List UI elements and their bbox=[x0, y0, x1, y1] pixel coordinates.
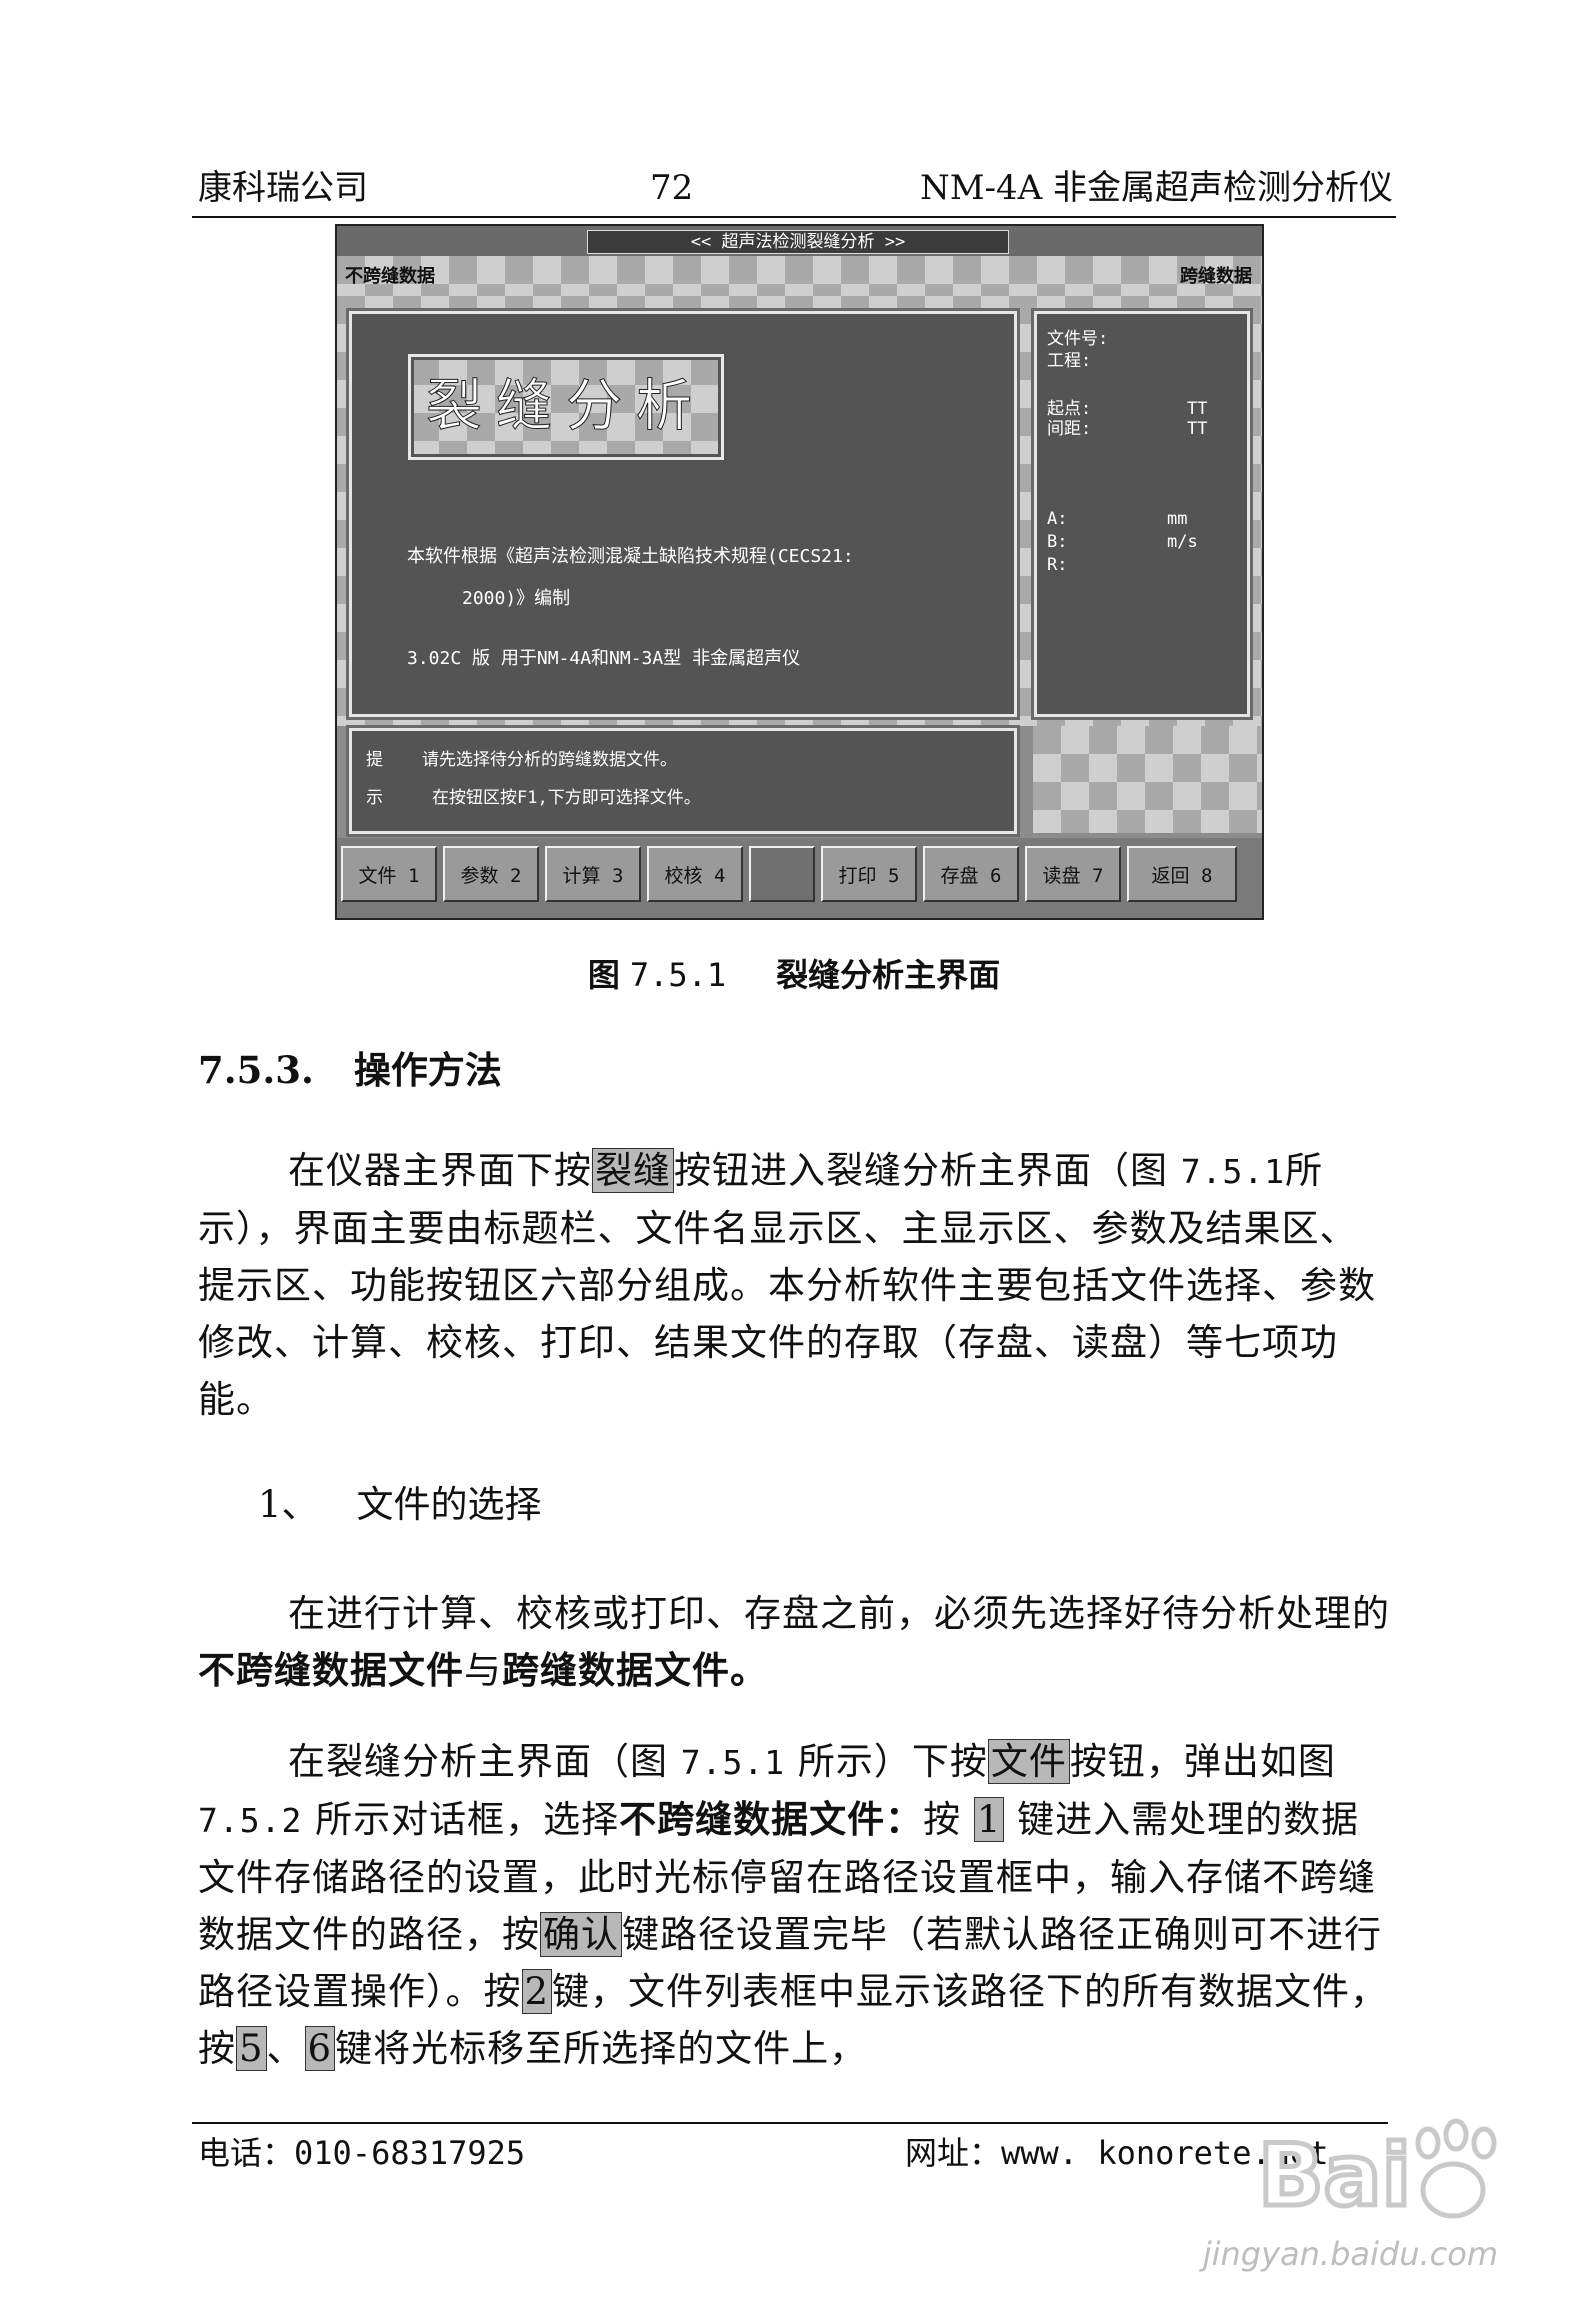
para1-figure-ref: 7.5.1 bbox=[1180, 1152, 1286, 1191]
para2-bold-a: 不跨缝数据文件 bbox=[198, 1648, 464, 1692]
para3-text-10: 键将光标移至所选择的文件上， bbox=[335, 2027, 868, 2070]
fkey-check[interactable]: 校核 4 bbox=[647, 846, 743, 902]
side-spacing-value: TT bbox=[1187, 419, 1208, 439]
footer-phone: 电话：010-68317925 bbox=[198, 2134, 526, 2172]
fkey-file[interactable]: 文件 1 bbox=[341, 846, 437, 902]
paragraph-prerequisite: 在进行计算、校核或打印、存盘之前，必须先选择好待分析处理的不跨缝数据文件与跨缝数… bbox=[198, 1585, 1393, 1699]
key-file: 文件 bbox=[987, 1739, 1070, 1784]
para2-bold-b: 跨缝数据文件。 bbox=[502, 1648, 768, 1692]
figure-version-line: 3.02C 版 用于NM-4A和NM-3A型 非金属超声仪 bbox=[407, 648, 801, 669]
fkey-params[interactable]: 参数 2 bbox=[443, 846, 539, 902]
figure-result-panel: 文件号: 工程: 起点: TT 间距: TT A: mm B: m/s R: bbox=[1034, 311, 1250, 717]
figure-hint-decoration bbox=[1033, 726, 1262, 833]
side-start-value: TT bbox=[1187, 399, 1208, 419]
figure-title: << 超声法检测裂缝分析 >> bbox=[587, 230, 1009, 254]
para3-text-9: 、 bbox=[266, 2027, 305, 2070]
figure-compile-line-1: 本软件根据《超声法检测混凝土缺陷技术规程(CECS21: bbox=[407, 546, 854, 567]
figure-filename-band bbox=[337, 256, 1262, 296]
para3-text-5: 按 bbox=[923, 1798, 974, 1841]
figure-file-label: 不跨缝数据 bbox=[345, 266, 435, 287]
caption-number: 7.5.1 bbox=[629, 956, 727, 994]
key-5: 5 bbox=[236, 2026, 267, 2071]
key-6: 6 bbox=[304, 2026, 336, 2071]
fkey-calc[interactable]: 计算 3 bbox=[545, 846, 641, 902]
para3-text-4: 所示对话框，选择 bbox=[302, 1798, 620, 1841]
side-a: A: bbox=[1047, 509, 1068, 529]
caption-prefix: 图 bbox=[587, 956, 620, 994]
figure-hint-area: 提 示 请先选择待分析的跨缝数据文件。 在按钮区按F1,下方即可选择文件。 bbox=[349, 728, 1017, 834]
paragraph-steps: 在裂缝分析主界面（图 7.5.1 所示）下按文件按钮，弹出如图 7.5.2 所示… bbox=[198, 1733, 1393, 2077]
side-b-unit: m/s bbox=[1167, 532, 1198, 552]
para3-text-3: 按钮，弹出如图 bbox=[1069, 1740, 1336, 1783]
para2-text-b: 与 bbox=[464, 1649, 502, 1692]
caption-text: 裂缝分析主界面 bbox=[776, 956, 1001, 994]
paragraph-intro: 在仪器主界面下按裂缝按钮进入裂缝分析主界面（图 7.5.1所示），界面主要由标题… bbox=[198, 1142, 1393, 1428]
fkey-save[interactable]: 存盘 6 bbox=[923, 846, 1019, 902]
hint-line-1: 请先选择待分析的跨缝数据文件。 bbox=[422, 750, 677, 770]
side-a-unit: mm bbox=[1167, 509, 1188, 529]
side-b: B: bbox=[1047, 532, 1068, 552]
fkey-load[interactable]: 读盘 7 bbox=[1025, 846, 1121, 902]
side-r: R: bbox=[1047, 555, 1068, 575]
key-2: 2 bbox=[521, 1969, 553, 2014]
section-heading: 7.5.3. 操作方法 bbox=[198, 1040, 502, 1094]
para1-text-b: 按钮进入裂缝分析主界面（图 bbox=[674, 1149, 1181, 1192]
side-start: 起点: bbox=[1047, 399, 1092, 419]
watermark-site: jingyan.baidu.com bbox=[1202, 2235, 1498, 2273]
header-page-number: 72 bbox=[650, 168, 694, 208]
fkey-return[interactable]: 返回 8 bbox=[1127, 846, 1237, 902]
figure-mode-label: 跨缝数据 bbox=[1180, 266, 1252, 287]
section-title: 操作方法 bbox=[353, 1048, 502, 1092]
para3-bold: 不跨缝数据文件： bbox=[619, 1797, 924, 1841]
header-company: 康科瑞公司 bbox=[198, 168, 368, 208]
list-item-file-selection: 1、 文件的选择 bbox=[258, 1474, 542, 1528]
fkey-print[interactable]: 打印 5 bbox=[821, 846, 917, 902]
list-item-number: 1、 bbox=[258, 1483, 319, 1526]
section-number: 7.5.3. bbox=[198, 1048, 314, 1092]
crack-analysis-screenshot: << 超声法检测裂缝分析 >> 不跨缝数据 跨缝数据 裂缝分析 本软件根据《超声… bbox=[335, 224, 1264, 920]
para3-ref-1: 7.5.1 bbox=[680, 1743, 786, 1782]
key-crack: 裂缝 bbox=[592, 1148, 674, 1193]
figure-main-display: 裂缝分析 本软件根据《超声法检测混凝土缺陷技术规程(CECS21: 2000)》… bbox=[349, 311, 1017, 717]
key-1: 1 bbox=[973, 1797, 1005, 1842]
para3-text-2: 所示）下按 bbox=[785, 1740, 988, 1783]
figure-function-buttons: 文件 1 参数 2 计算 3 校核 4 打印 5 存盘 6 读盘 7 返回 8 bbox=[337, 838, 1262, 918]
figure-logo-box: 裂缝分析 bbox=[408, 354, 724, 460]
hint-line-2: 在按钮区按F1,下方即可选择文件。 bbox=[432, 788, 701, 808]
hint-tag-1: 提 bbox=[366, 750, 383, 770]
key-confirm: 确认 bbox=[540, 1912, 622, 1957]
side-spacing: 间距: bbox=[1047, 419, 1092, 439]
list-item-label: 文件的选择 bbox=[356, 1483, 542, 1526]
hint-tag-2: 示 bbox=[366, 788, 383, 808]
para3-ref-2: 7.5.2 bbox=[198, 1801, 303, 1840]
fkey-blank bbox=[749, 846, 815, 902]
header-rule bbox=[192, 216, 1396, 218]
figure-caption: 图 7.5.1 裂缝分析主界面 bbox=[0, 950, 1588, 996]
figure-logo-text: 裂缝分析 bbox=[426, 374, 706, 440]
para3-text-1: 在裂缝分析主界面（图 bbox=[288, 1740, 681, 1783]
header-product: NM-4A 非金属超声检测分析仪 bbox=[919, 168, 1393, 208]
para2-text-a: 在进行计算、校核或打印、存盘之前，必须先选择好待分析处理的 bbox=[288, 1592, 1390, 1635]
para1-text-a: 在仪器主界面下按 bbox=[288, 1149, 592, 1192]
side-file-no: 文件号: bbox=[1047, 329, 1109, 349]
watermark-brand: Bai bbox=[1258, 2126, 1411, 2226]
figure-compile-line-2: 2000)》编制 bbox=[462, 588, 571, 609]
side-project: 工程: bbox=[1047, 351, 1092, 371]
